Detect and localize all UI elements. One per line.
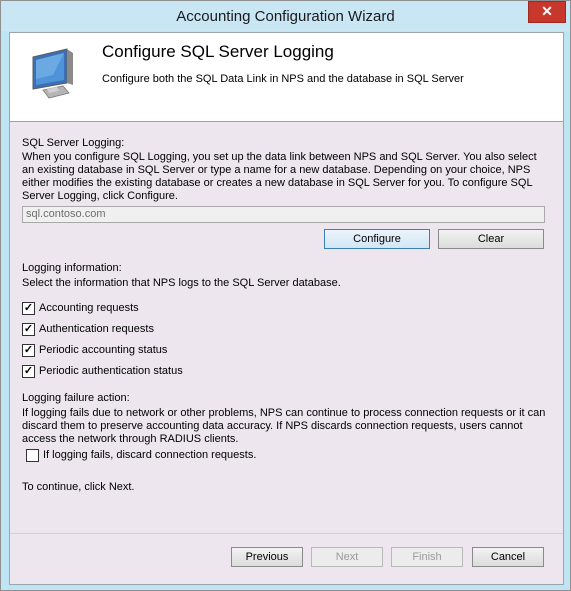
logging-failure-action-label: Logging failure action: (22, 392, 130, 404)
logging-failure-action-description: If logging fails due to network or other… (22, 407, 546, 445)
authentication-requests-checkbox[interactable]: ✓ (22, 323, 35, 336)
periodic-authentication-status-checkbox[interactable]: ✓ (22, 365, 35, 378)
clear-button[interactable]: Clear (438, 229, 544, 249)
authentication-requests-label: Authentication requests (39, 323, 154, 335)
logging-information-description: Select the information that NPS logs to … (22, 277, 341, 289)
cancel-button[interactable]: Cancel (472, 547, 544, 567)
accounting-requests-checkbox[interactable]: ✓ (22, 302, 35, 315)
accounting-requests-label: Accounting requests (39, 302, 139, 314)
logging-information-label: Logging information: (22, 262, 122, 274)
periodic-accounting-status-checkbox[interactable]: ✓ (22, 344, 35, 357)
sql-logging-description: When you configure SQL Logging, you set … (22, 151, 537, 202)
wizard-client-area: Configure SQL Server Logging Configure b… (9, 32, 564, 585)
discard-requests-checkbox[interactable] (26, 449, 39, 462)
continue-instruction: To continue, click Next. (22, 481, 135, 493)
wizard-header: Configure SQL Server Logging Configure b… (10, 33, 563, 122)
sql-logging-label: SQL Server Logging: (22, 137, 125, 149)
monitor-icon (32, 48, 73, 99)
sql-server-field[interactable]: sql.contoso.com (22, 206, 545, 223)
next-button[interactable]: Next (311, 547, 383, 567)
window-title: Accounting Configuration Wizard (176, 8, 395, 25)
close-button[interactable]: ✕ (528, 1, 566, 23)
title-bar[interactable]: Accounting Configuration Wizard ✕ (1, 1, 570, 31)
close-icon: ✕ (541, 3, 553, 19)
page-title: Configure SQL Server Logging (102, 42, 334, 61)
page-subtitle: Configure both the SQL Data Link in NPS … (102, 73, 464, 85)
periodic-authentication-status-label: Periodic authentication status (39, 365, 183, 377)
wizard-window: Accounting Configuration Wizard ✕ Config… (0, 0, 571, 591)
periodic-accounting-status-label: Periodic accounting status (39, 344, 168, 356)
previous-button[interactable]: Previous (231, 547, 303, 567)
footer-divider (10, 533, 563, 534)
finish-button[interactable]: Finish (391, 547, 463, 567)
configure-button[interactable]: Configure (324, 229, 430, 249)
discard-requests-label: If logging fails, discard connection req… (43, 449, 257, 461)
